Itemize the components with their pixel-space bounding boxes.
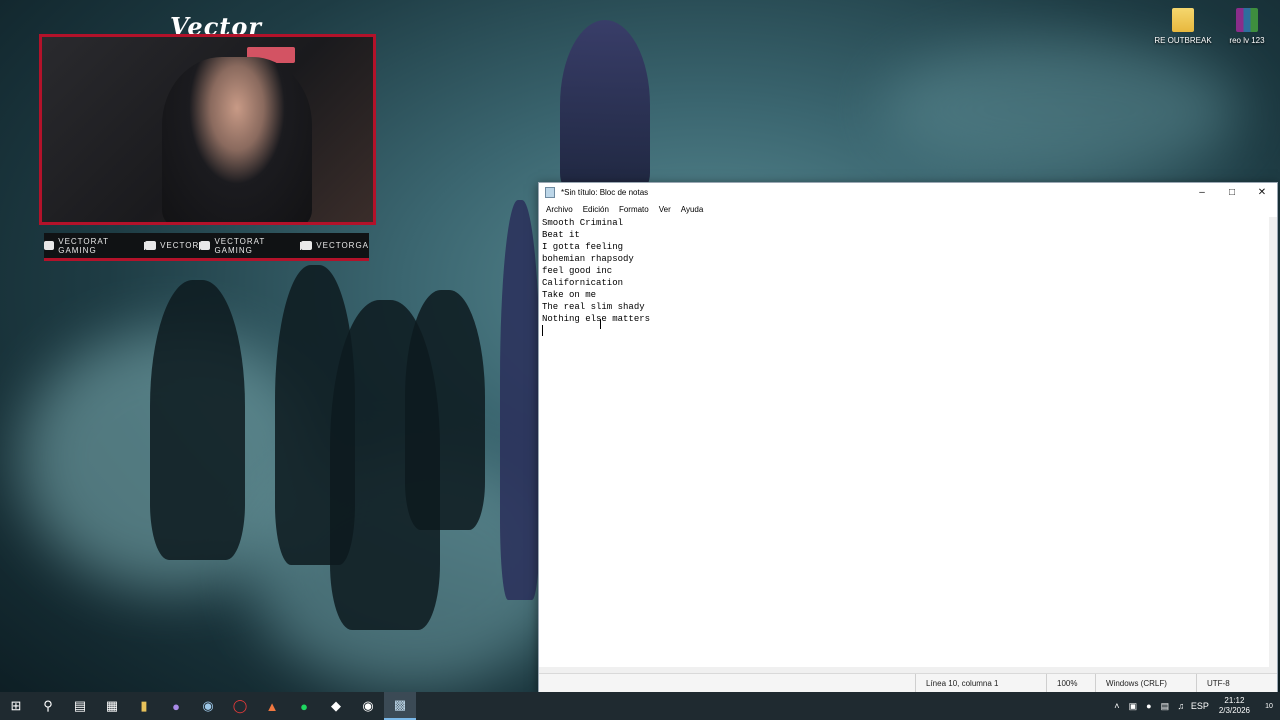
tray-app-icon[interactable]: ▣	[1125, 692, 1141, 720]
minimize-button[interactable]: –	[1187, 183, 1217, 202]
text-line: Californication	[542, 278, 624, 288]
folder-icon	[1172, 8, 1194, 32]
menu-edicion[interactable]: Edición	[578, 205, 614, 214]
file-explorer-icon[interactable]: ▮	[128, 692, 160, 720]
desktop-icon-reo-lv[interactable]: reo lv 123	[1212, 8, 1280, 45]
text-line: Take on me	[542, 290, 597, 300]
menu-ver[interactable]: Ver	[654, 205, 676, 214]
fog-cloud	[880, 40, 1240, 180]
clock-time: 21:12	[1224, 696, 1245, 705]
status-zoom: 100%	[1046, 674, 1095, 693]
clock[interactable]: 21:12 2/3/2026	[1211, 696, 1258, 716]
social-youtube: VECTORAT GAMING	[44, 237, 144, 255]
system-tray: ˄ ▣ ● ▤ ♫ ESP 21:12 2/3/2026 10	[1109, 692, 1280, 720]
robed-figure	[500, 200, 540, 600]
text-editor[interactable]: Smooth Criminal Beat it I gotta feeling …	[539, 217, 1269, 674]
text-line: Nothing else matters	[542, 314, 651, 324]
obs-icon[interactable]: ◉	[352, 692, 384, 720]
menu-bar: Archivo Edición Formato Ver Ayuda	[539, 202, 1277, 217]
clock-date: 2/3/2026	[1218, 706, 1250, 715]
social-twitch: VECTOR	[145, 241, 199, 250]
desktop-icon-label: reo lv 123	[1229, 36, 1265, 45]
text-caret	[542, 325, 543, 336]
streamer-cam	[162, 57, 312, 222]
text-line: feel good inc	[542, 266, 613, 276]
social-instagram: VECTORGA	[301, 241, 369, 250]
notepad-icon	[545, 187, 555, 198]
text-line: Smooth Criminal	[542, 218, 624, 228]
social-label: VECTORAT GAMING	[214, 236, 266, 255]
text-line: bohemian rhapsody	[542, 254, 634, 264]
menu-ayuda[interactable]: Ayuda	[676, 205, 709, 214]
notification-count: 10	[1265, 702, 1273, 710]
maximize-button[interactable]: □	[1217, 183, 1247, 202]
cloaked-figure	[150, 280, 245, 560]
ibeam-cursor	[600, 319, 603, 329]
language-indicator[interactable]: ESP	[1189, 692, 1211, 720]
app-icon[interactable]: ▦	[96, 692, 128, 720]
steam-icon[interactable]: ◉	[192, 692, 224, 720]
brave-icon[interactable]: ▲	[256, 692, 288, 720]
spotify-icon[interactable]: ●	[288, 692, 320, 720]
mitre-figure	[560, 20, 650, 190]
twitter-icon	[200, 241, 211, 250]
network-icon[interactable]: ▤	[1157, 692, 1173, 720]
webcam-frame	[39, 34, 376, 225]
notification-center-icon[interactable]: 10	[1258, 692, 1280, 720]
text-caret-line	[542, 325, 1269, 337]
desktop-icon-label: RE OUTBREAK	[1154, 36, 1212, 45]
chevron-up-icon[interactable]: ˄	[1109, 692, 1125, 720]
text-line: Beat it	[542, 230, 580, 240]
close-button[interactable]: ✕	[1247, 183, 1277, 202]
text-line: I gotta feeling	[542, 242, 624, 252]
menu-archivo[interactable]: Archivo	[541, 205, 578, 214]
title-bar[interactable]: *Sin título: Bloc de notas – □ ✕	[539, 183, 1277, 202]
task-view-icon[interactable]: ▤	[64, 692, 96, 720]
instagram-icon	[301, 241, 313, 250]
status-encoding: UTF-8	[1196, 674, 1277, 693]
taskbar: ⊞ ⚲ ▤ ▦ ▮ ● ◉ ◯ ▲ ● ◆ ◉ ▩ ˄ ▣ ● ▤ ♫ ESP …	[0, 692, 1280, 720]
menu-formato[interactable]: Formato	[614, 205, 654, 214]
social-bar: VECTORAT GAMING VECTOR VECTORAT GAMING V…	[44, 233, 369, 261]
volume-icon[interactable]: ♫	[1173, 692, 1189, 720]
status-bar: Línea 10, columna 1 100% Windows (CRLF) …	[539, 673, 1277, 693]
window-title: *Sin título: Bloc de notas	[561, 188, 649, 197]
winrar-archive-icon	[1236, 8, 1258, 32]
opera-icon[interactable]: ◯	[224, 692, 256, 720]
discord-icon[interactable]: ●	[160, 692, 192, 720]
social-label: VECTORGA	[316, 241, 370, 250]
status-position: Línea 10, columna 1	[915, 674, 1046, 693]
desktop-icon-re-outbreak[interactable]: RE OUTBREAK	[1148, 8, 1218, 45]
vertical-scrollbar[interactable]	[1269, 217, 1277, 674]
status-line-ending: Windows (CRLF)	[1095, 674, 1196, 693]
social-label: VECTORAT GAMING	[58, 236, 109, 255]
cloaked-figure	[405, 290, 485, 530]
twitch-icon	[145, 241, 157, 250]
social-twitter: VECTORAT GAMING	[200, 237, 300, 255]
microphone-icon[interactable]: ●	[1141, 692, 1157, 720]
windows-start-icon[interactable]: ⊞	[0, 692, 32, 720]
notepad-taskbar-icon[interactable]: ▩	[384, 692, 416, 720]
notepad-window[interactable]: *Sin título: Bloc de notas – □ ✕ Archivo…	[538, 182, 1278, 694]
epic-games-icon[interactable]: ◆	[320, 692, 352, 720]
text-line: The real slim shady	[542, 302, 645, 312]
youtube-icon	[44, 241, 55, 250]
search-icon[interactable]: ⚲	[32, 692, 64, 720]
social-label: VECTOR	[160, 241, 200, 250]
